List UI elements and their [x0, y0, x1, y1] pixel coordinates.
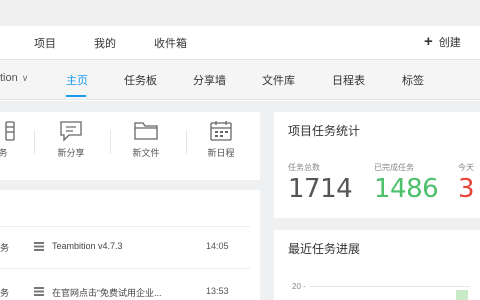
- new-share-label: 新分享: [57, 148, 85, 158]
- tab-calendar[interactable]: 日程表: [332, 72, 365, 88]
- quick-actions-card: 务 新分享 新文件 新日程: [0, 112, 260, 180]
- task-stats-card: 项目任务统计 任务总数 1714 已完成任务 1486 今天 3: [274, 112, 480, 218]
- tab-share-wall[interactable]: 分享墙: [193, 72, 226, 88]
- activity-row[interactable]: 务 Teambition v4.7.3 14:05: [0, 241, 250, 257]
- new-schedule-label: 新日程: [207, 148, 235, 158]
- active-tab-indicator: [66, 95, 86, 97]
- divider: [110, 130, 111, 154]
- activity-time: 14:05: [206, 241, 229, 251]
- axis-gridline: [310, 286, 470, 287]
- create-label: 创建: [438, 37, 461, 49]
- stat-value-total: 1714: [288, 174, 353, 204]
- document-icon: [34, 287, 44, 296]
- project-switcher[interactable]: tion ∨: [0, 72, 28, 84]
- activity-row[interactable]: 务 在官网点击“免费试用企业... 13:53: [0, 286, 250, 300]
- progress-title: 最近任务进展: [288, 242, 361, 256]
- nav-projects[interactable]: 项目: [34, 35, 56, 51]
- share-icon: [60, 121, 82, 142]
- recent-progress-card: 最近任务进展 20 -: [274, 230, 480, 300]
- browser-strip: [0, 0, 480, 26]
- axis-tick-label: 20 -: [292, 282, 306, 291]
- row-divider: [0, 268, 250, 269]
- create-button[interactable]: + 创建: [424, 34, 461, 50]
- new-file-button[interactable]: 新文件: [121, 120, 171, 159]
- stats-title: 项目任务统计: [288, 124, 361, 138]
- stat-value-today: 3: [458, 174, 475, 204]
- activity-card: 务 Teambition v4.7.3 14:05 务 在官网点击“免费试用企业…: [0, 190, 260, 300]
- nav-inbox[interactable]: 收件箱: [154, 35, 187, 51]
- new-file-label: 新文件: [132, 148, 160, 158]
- document-icon: [34, 242, 44, 251]
- new-task-button[interactable]: 务: [0, 120, 28, 159]
- activity-type: 务: [0, 288, 10, 298]
- project-name: tion: [0, 72, 18, 84]
- plus-icon: +: [424, 33, 433, 50]
- activity-type: 务: [0, 243, 10, 253]
- progress-bar: [456, 290, 468, 300]
- tab-home[interactable]: 主页: [66, 72, 88, 88]
- stat-label-total: 任务总数: [288, 163, 320, 172]
- tab-taskboard[interactable]: 任务板: [124, 72, 157, 88]
- stat-label-today: 今天: [458, 163, 474, 172]
- new-schedule-button[interactable]: 新日程: [196, 120, 246, 159]
- nav-mine[interactable]: 我的: [94, 35, 116, 51]
- task-icon: [5, 121, 15, 141]
- activity-time: 13:53: [206, 286, 229, 296]
- divider: [34, 130, 35, 154]
- stat-label-completed: 已完成任务: [374, 163, 414, 172]
- folder-icon: [134, 122, 158, 140]
- new-share-button[interactable]: 新分享: [46, 120, 96, 159]
- stat-value-completed: 1486: [374, 174, 439, 204]
- activity-text: Teambition v4.7.3: [52, 241, 123, 251]
- project-tabs-bar: tion ∨ 主页 任务板 分享墙 文件库 日程表 标签: [0, 60, 480, 100]
- new-task-label: 务: [0, 148, 8, 158]
- activity-text: 在官网点击“免费试用企业...: [52, 288, 162, 298]
- top-nav: 项目 我的 收件箱 + 创建: [0, 26, 480, 60]
- chevron-down-icon: ∨: [21, 73, 29, 83]
- calendar-icon: [210, 121, 232, 141]
- tab-files[interactable]: 文件库: [262, 72, 295, 88]
- tab-tags[interactable]: 标签: [402, 72, 424, 88]
- divider: [186, 130, 187, 154]
- row-divider: [0, 226, 250, 227]
